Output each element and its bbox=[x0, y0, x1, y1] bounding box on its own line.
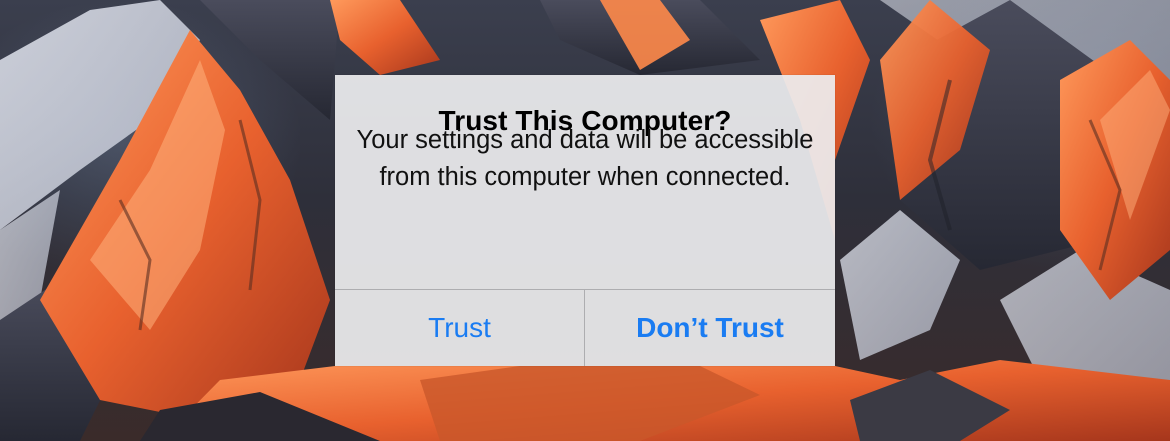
alert-body: Trust This Computer? Your settings and d… bbox=[335, 75, 835, 289]
alert-message: Your settings and data will be accessibl… bbox=[356, 126, 814, 191]
trust-button[interactable]: Trust bbox=[335, 290, 584, 366]
dont-trust-button[interactable]: Don’t Trust bbox=[585, 290, 835, 366]
trust-computer-alert: Trust This Computer? Your settings and d… bbox=[335, 75, 835, 366]
